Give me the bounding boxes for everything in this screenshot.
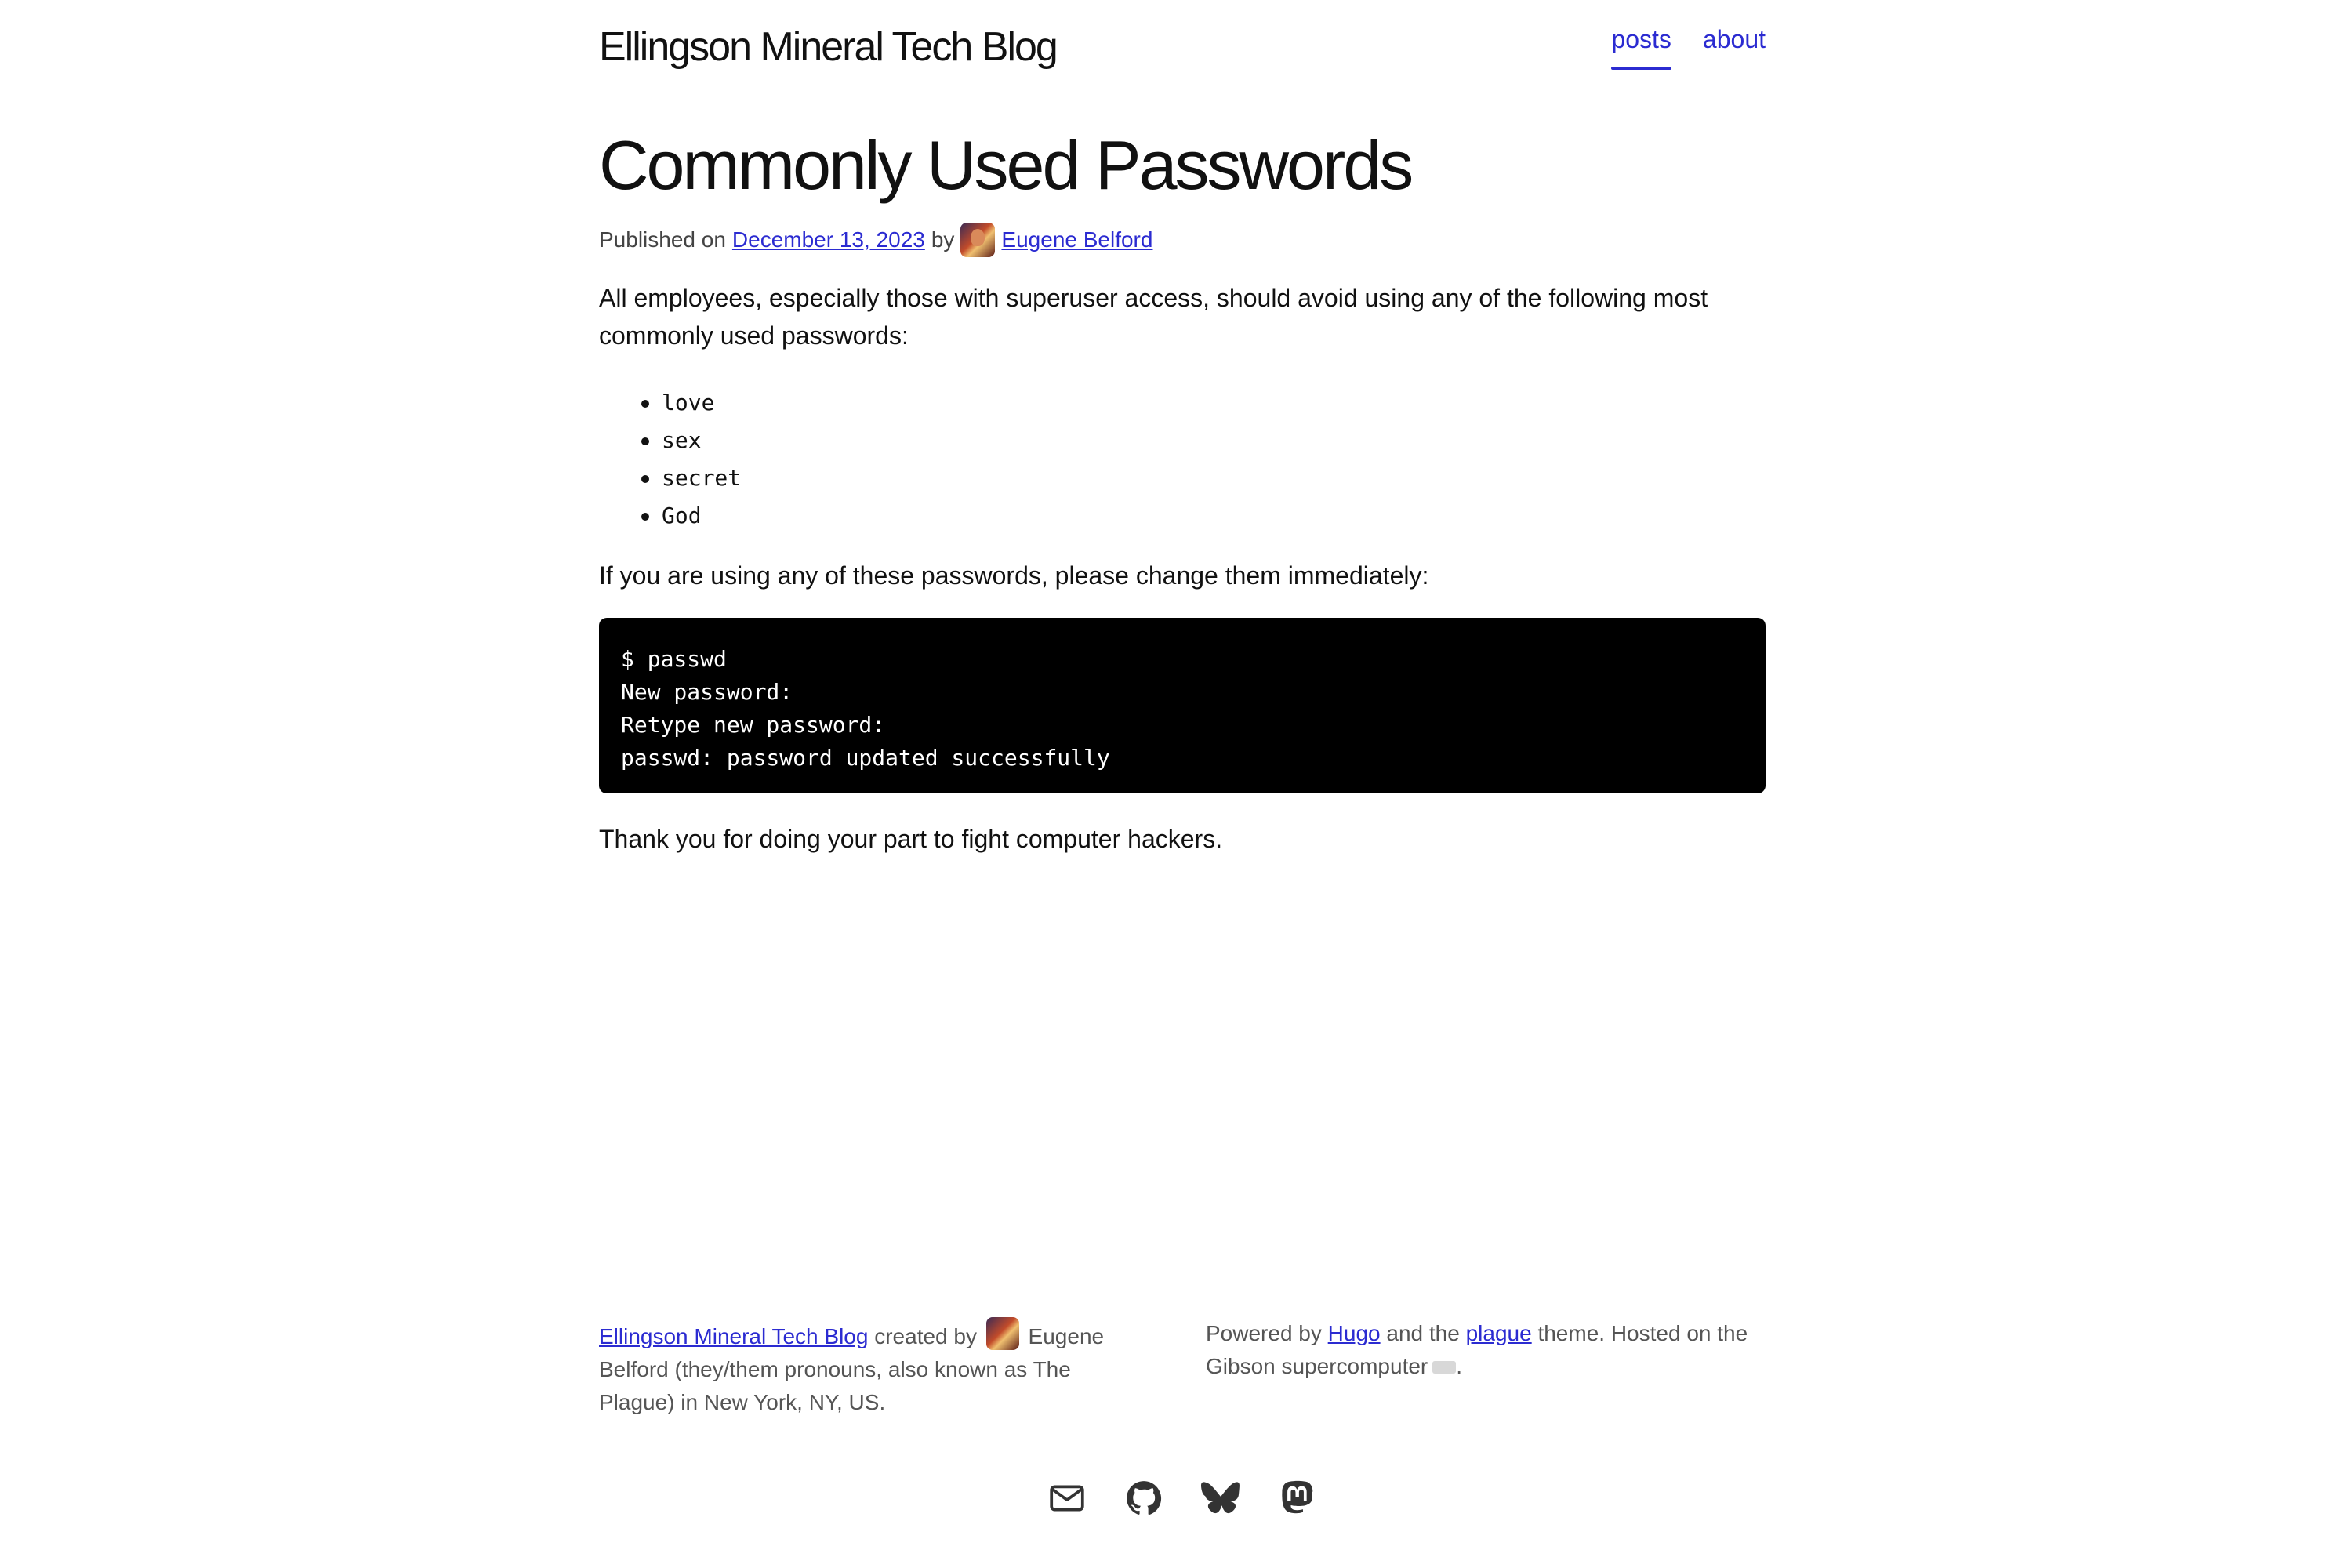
password-list: love sex secret God [599, 384, 741, 535]
nav-about-link[interactable]: about [1703, 25, 1766, 60]
site-header: Ellingson Mineral Tech Blog posts about [599, 17, 1766, 80]
intro-paragraph: All employees, especially those with sup… [599, 284, 1708, 350]
closing-paragraph: Thank you for doing your part to fight c… [599, 825, 1223, 853]
by-label: by [931, 227, 955, 252]
powered-by-label: Powered by [1206, 1321, 1322, 1345]
code-line: Retype new password: [621, 712, 886, 738]
hugo-link[interactable]: Hugo [1328, 1321, 1381, 1345]
bluesky-icon[interactable] [1201, 1479, 1240, 1518]
and-the-label: and the [1386, 1321, 1460, 1345]
footer-author-avatar [985, 1317, 1019, 1350]
author-avatar [960, 223, 996, 257]
post-date-link[interactable]: December 13, 2023 [732, 227, 925, 252]
list-item: love [599, 384, 741, 422]
footer-powered-by: Powered by Hugo and the plague theme. Ho… [1206, 1317, 1755, 1383]
main-nav: posts about [1611, 25, 1766, 70]
post-meta: Published on December 13, 2023 by Eugene… [599, 223, 1152, 257]
footer-blog-link[interactable]: Ellingson Mineral Tech Blog [599, 1324, 868, 1348]
nav-posts-link[interactable]: posts [1611, 25, 1672, 70]
social-links [599, 1479, 1766, 1518]
keyboard-icon [1432, 1361, 1457, 1374]
post-title: Commonly Used Passwords [599, 126, 1414, 204]
published-label: Published on [599, 227, 726, 252]
author-link[interactable]: Eugene Belford [1001, 227, 1152, 252]
mail-icon[interactable] [1047, 1479, 1087, 1518]
code-line: New password: [621, 679, 793, 705]
mastodon-icon[interactable] [1278, 1479, 1317, 1518]
list-item: sex [599, 422, 741, 459]
code-line: passwd: password updated successfully [621, 745, 1110, 771]
site-title[interactable]: Ellingson Mineral Tech Blog [599, 24, 1058, 71]
hosted-end: . [1456, 1354, 1463, 1378]
plague-theme-link[interactable]: plague [1466, 1321, 1532, 1345]
change-paragraph: If you are using any of these passwords,… [599, 561, 1429, 590]
list-item: secret [599, 459, 741, 497]
code-block: $ passwd New password: Retype new passwo… [599, 618, 1766, 793]
footer-credits: Ellingson Mineral Tech Blog created by E… [599, 1317, 1148, 1419]
list-item: God [599, 497, 741, 535]
created-by-label: created by [874, 1324, 977, 1348]
code-line: $ passwd [621, 646, 727, 672]
github-icon[interactable] [1124, 1479, 1163, 1518]
